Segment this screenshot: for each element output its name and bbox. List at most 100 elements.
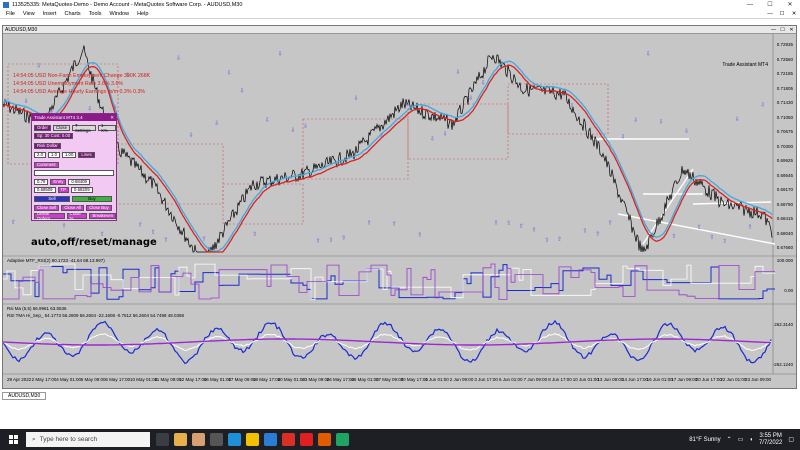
mdi-close-button[interactable]: ✕ [788, 11, 800, 17]
network-icon[interactable]: ▭ [738, 436, 744, 443]
minimize-button[interactable]: — [740, 2, 760, 8]
menu-file[interactable]: File [2, 11, 19, 17]
time-axis-label: 2 Jun 09:00 [449, 377, 474, 382]
indicator1-line [3, 263, 775, 300]
menu-help[interactable]: Help [133, 11, 152, 17]
windows-start-icon[interactable] [0, 429, 26, 450]
time-axis-label: 24 May 17:00 [326, 377, 355, 382]
comment-input[interactable] [34, 169, 114, 176]
chart-tabstrip: AUDUSD,M30 [2, 392, 47, 400]
sell-signal-arrow: ⇩ [430, 136, 435, 143]
time-axis-label: 2 May 17:00 [31, 377, 57, 382]
tab-order[interactable]: Order [34, 124, 51, 131]
rr-ratio-input[interactable]: 1.0 [47, 151, 60, 158]
buy-signal-arrow: ⇧ [506, 220, 511, 227]
take-profit-input[interactable]: 0.68209 [71, 186, 93, 193]
maximize-button[interactable]: ☐ [760, 1, 780, 8]
sell-signal-arrow: ⇩ [481, 80, 486, 87]
buy-signal-arrow: ⇧ [163, 237, 168, 244]
tab-percent[interactable]: 1 - X% [97, 123, 116, 133]
close-button[interactable]: ✕ [780, 1, 800, 8]
lot-size-input[interactable]: 0.79 [34, 178, 49, 185]
chrome-icon[interactable] [282, 433, 295, 446]
lines-button[interactable]: Lines [78, 151, 95, 158]
menu-view[interactable]: View [19, 11, 39, 17]
app-icon[interactable] [210, 433, 223, 446]
search-icon: ⌕ [32, 435, 36, 443]
close-percent-button[interactable]: Close % [66, 211, 88, 221]
menu-insert[interactable]: Insert [39, 11, 61, 17]
file-explorer-icon[interactable] [246, 433, 259, 446]
stop-loss-input[interactable]: 0.68509 [34, 186, 56, 193]
price-axis-label: 0.69170 [776, 187, 793, 192]
mode-overlay-text: auto,off/reset/manage [31, 237, 157, 248]
take-profit-label: TP [57, 186, 70, 193]
delete-orders-button[interactable]: Delete Orders [34, 211, 65, 221]
price-chart-canvas[interactable]: ⇧ ⇩ ⇩ ⇩ ⇧ ⇧ ⇩ ⇧ ⇩ ⇩ ⇧ ⇧ ⇧ ⇩ ⇩ ⇧ ⇩ ⇩ ⇩ ⇧ ⇩ ⇩ ⇩ ⇩ ⇧ ⇧ ⇧ ⇩ ⇧ ⇩ ⇧ ⇩ ⇧ ⇩ ⇩ ⇩ ⇩ ⇩ ⇧ ⇧… [3, 34, 796, 390]
buy-signal-arrow: ⇧ [608, 220, 613, 227]
entry-label: Entry [50, 178, 67, 185]
buy-button[interactable]: Buy [72, 195, 112, 202]
rr-input[interactable]: 2.0 [34, 151, 46, 158]
time-axis-label: 10 May 01:00 [130, 377, 158, 382]
time-axis-label: 12 May 17:00 [179, 377, 207, 382]
task-view-icon[interactable] [156, 433, 169, 446]
metatrader-taskbar-icon[interactable] [336, 433, 349, 446]
breakeven-button[interactable]: Breakeven [89, 212, 116, 219]
chart-minimize-button[interactable]: — [769, 27, 778, 33]
price-axis-label: 0.67660 [776, 245, 793, 250]
volume-icon[interactable]: ◖ [749, 437, 753, 443]
mdi-minimize-button[interactable]: — [764, 11, 776, 17]
trade-panel-header[interactable]: Trade Assistant MT4 3.4 ✕ [32, 114, 116, 121]
menu-charts[interactable]: Charts [60, 11, 84, 17]
buy-signal-arrow: ⇧ [595, 231, 600, 238]
tab-audusd-m30[interactable]: AUDUSD,M30 [2, 392, 47, 400]
chart-close-button[interactable]: ✕ [787, 27, 796, 33]
profile-icon[interactable] [192, 433, 205, 446]
entry-input[interactable]: 0.68409 [68, 178, 90, 185]
sell-signal-arrow: ⇩ [443, 131, 448, 138]
tab-settings[interactable]: T Settings [71, 123, 96, 133]
price-axis-label: 0.69925 [776, 158, 793, 163]
opera-icon[interactable] [300, 433, 313, 446]
buy-signal-arrow: ⇧ [671, 233, 676, 240]
tray-chevron-icon[interactable]: ⌃ [727, 436, 732, 443]
chart-window[interactable]: AUDUSD,M30 — ☐ ✕ ⇧ ⇩ ⇩ ⇩ ⇧ ⇧ ⇩ ⇧ ⇩ ⇩ ⇧ ⇧… [2, 25, 797, 389]
edge-browser-icon[interactable] [228, 433, 241, 446]
sell-signal-arrow: ⇩ [379, 133, 384, 140]
clock-date: 7/7/2022 [758, 439, 783, 446]
sell-signal-arrow: ⇩ [760, 101, 765, 108]
sell-signal-arrow: ⇩ [24, 98, 29, 105]
widgets-icon[interactable] [174, 433, 187, 446]
price-axis-label: 0.68415 [776, 216, 793, 221]
trade-panel-close-icon[interactable]: ✕ [110, 115, 116, 121]
chart-title: AUDUSD,M30 [5, 26, 38, 33]
trade-assistant-panel: Trade Assistant MT4 3.4 ✕ Order Close T … [31, 113, 117, 221]
chart-maximize-button[interactable]: ☐ [778, 27, 787, 33]
sell-signal-arrow: ⇩ [621, 133, 626, 140]
workspace: AUDUSD,M30 — ☐ ✕ ⇧ ⇩ ⇩ ⇩ ⇧ ⇧ ⇩ ⇧ ⇩ ⇩ ⇧ ⇧… [0, 19, 800, 429]
mdi-restore-button[interactable]: ☐ [776, 11, 788, 17]
notifications-icon[interactable]: ▢ [788, 436, 794, 443]
sell-signal-arrow: ⇩ [176, 55, 181, 62]
risk-input[interactable]: 1.00 [61, 151, 77, 158]
close-buy-button[interactable]: Close Buy [86, 204, 112, 211]
risk-dollar-button[interactable]: Risk Dollar [34, 142, 61, 149]
tab-close[interactable]: Close [52, 124, 70, 131]
taskbar-search-box[interactable]: ⌕ Type here to search [26, 432, 150, 447]
taskbar-clock[interactable]: 3:55 PM 7/7/2022 [759, 433, 782, 447]
sell-button[interactable]: Sell [34, 195, 70, 202]
store-icon[interactable] [264, 433, 277, 446]
buy-signal-arrow: ⇧ [202, 235, 207, 242]
menu-tools[interactable]: Tools [85, 11, 106, 17]
app-icon[interactable] [318, 433, 331, 446]
indicator3-label: RSI TMA Hi_Sep_ 54.1773 56.2809 56.2604 … [7, 313, 185, 318]
time-axis-label: 29 Apr 2022 [7, 377, 32, 382]
sell-signal-arrow: ⇩ [189, 132, 194, 139]
sell-signal-arrow: ⇩ [468, 95, 473, 102]
buy-signal-arrow: ⇧ [494, 219, 499, 226]
sell-signal-arrow: ⇩ [456, 69, 461, 76]
menu-window[interactable]: Window [106, 11, 134, 17]
windows-taskbar: ⌕ Type here to search 81°F Sunny ⌃ ▭ ◖ 3… [0, 429, 800, 450]
weather-widget[interactable]: 81°F Sunny [689, 437, 720, 443]
